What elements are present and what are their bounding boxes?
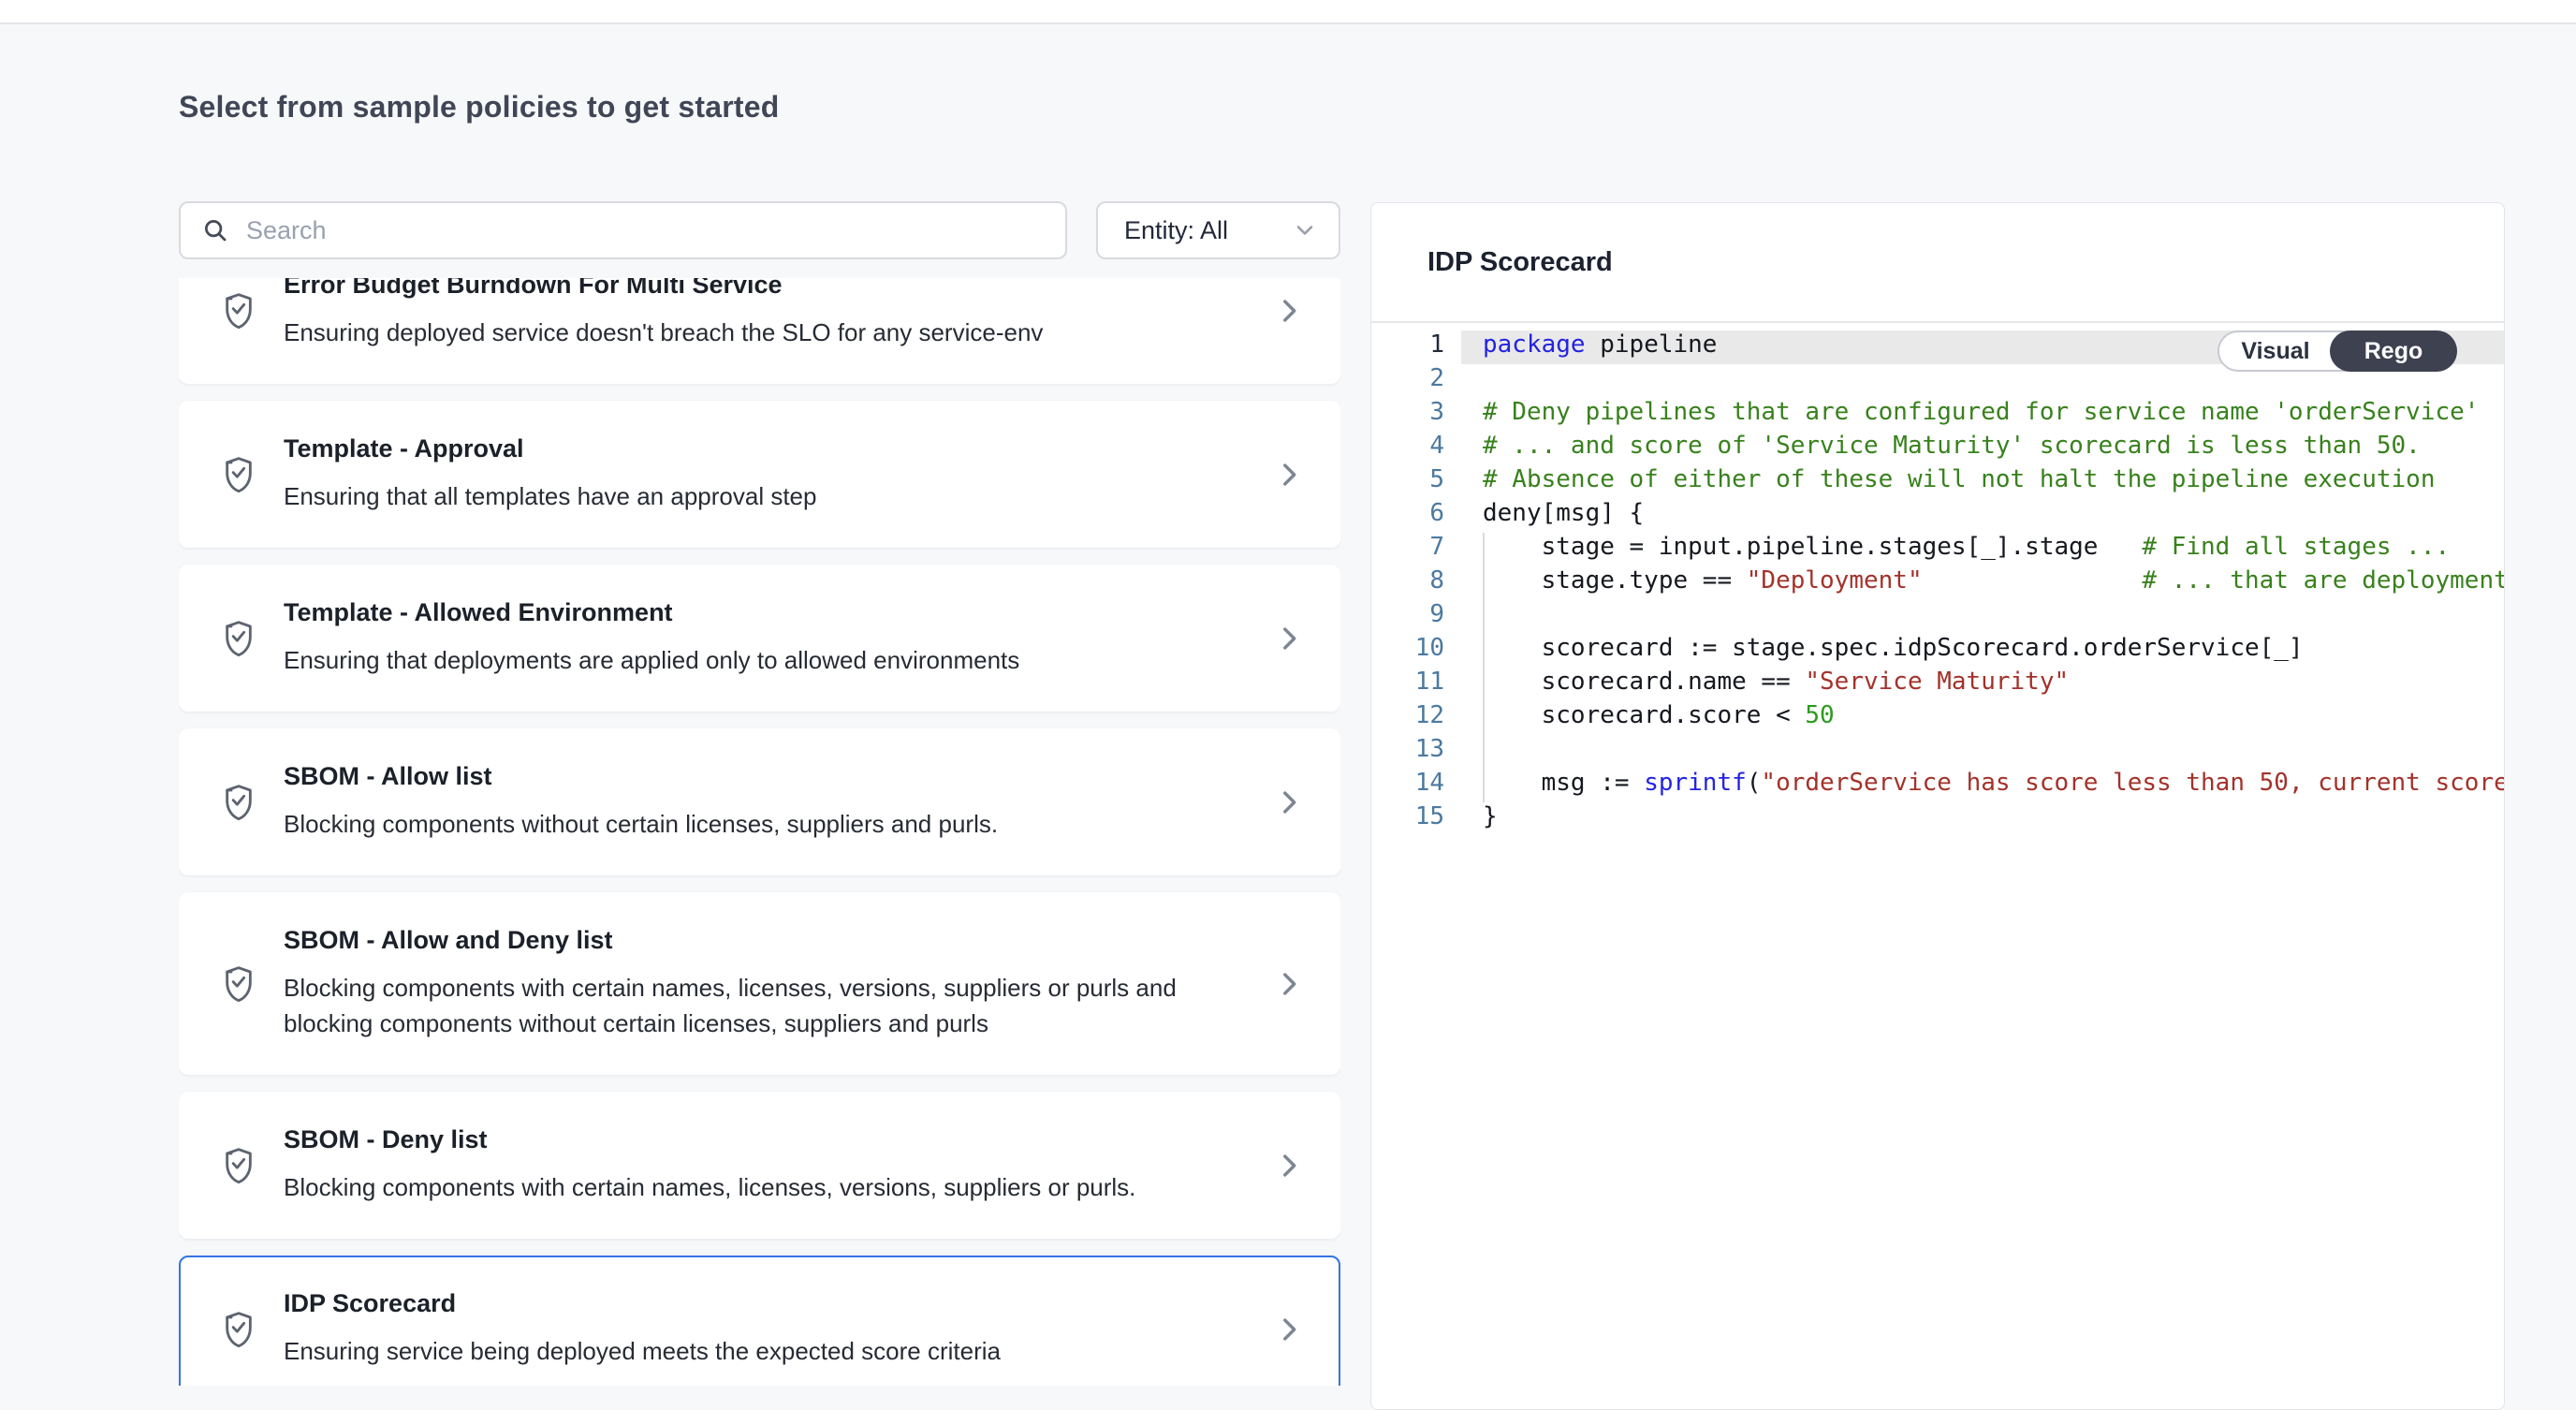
- code-line: 12 scorecard.score < 50: [1371, 701, 2504, 735]
- code-line: 7 stage = input.pipeline.stages[_].stage…: [1371, 533, 2504, 566]
- indent-guide: [1483, 533, 1485, 802]
- page-title: Select from sample policies to get start…: [179, 90, 779, 125]
- code-line: 4# ... and score of 'Service Maturity' s…: [1371, 432, 2504, 465]
- policy-description: Blocking components without certain lice…: [284, 806, 1206, 842]
- code-line: 3# Deny pipelines that are configured fo…: [1371, 398, 2504, 432]
- policy-card[interactable]: Template - Approval Ensuring that all tem…: [179, 401, 1340, 548]
- chevron-right-icon: [1273, 786, 1305, 818]
- code-line: 15}: [1371, 802, 2504, 836]
- entity-filter-dropdown[interactable]: Entity: All: [1096, 201, 1340, 259]
- toggle-option-visual[interactable]: Visual: [2219, 338, 2332, 365]
- chevron-right-icon: [1273, 623, 1305, 654]
- policy-title: IDP Scorecard: [284, 1289, 1254, 1318]
- chevron-right-icon: [1273, 968, 1305, 1000]
- shield-check-icon: [220, 289, 257, 332]
- detail-title: IDP Scorecard: [1427, 247, 1613, 278]
- shield-check-icon: [220, 1144, 257, 1187]
- search-box[interactable]: [179, 201, 1067, 259]
- policy-title: Template - Approval: [284, 434, 1254, 463]
- code-line: 6deny[msg] {: [1371, 499, 2504, 533]
- policy-card[interactable]: IDP Scorecard Ensuring service being depl…: [179, 1256, 1340, 1386]
- search-input[interactable]: [246, 216, 1045, 245]
- line-number: 10: [1371, 634, 1461, 668]
- chevron-right-icon: [1273, 459, 1305, 491]
- line-number: 13: [1371, 735, 1461, 769]
- code-line: 14 msg := sprintf("orderService has scor…: [1371, 769, 2504, 802]
- chevron-right-icon: [1273, 1150, 1305, 1182]
- policy-description: Ensuring deployed service doesn't breach…: [284, 315, 1206, 350]
- line-number: 2: [1371, 364, 1461, 398]
- shield-check-icon: [220, 781, 257, 824]
- policy-description: Ensuring that all templates have an appr…: [284, 478, 1206, 514]
- rego-code-editor[interactable]: 1package pipeline23# Deny pipelines that…: [1371, 323, 2504, 1409]
- line-number: 1: [1371, 330, 1461, 364]
- shield-check-icon: [220, 453, 257, 496]
- line-number: 9: [1371, 600, 1461, 634]
- line-number: 11: [1371, 668, 1461, 701]
- code-line: 11 scorecard.name == "Service Maturity": [1371, 668, 2504, 701]
- policy-title: Error Budget Burndown For Multi Service: [284, 278, 1254, 300]
- shield-check-icon: [220, 1308, 257, 1351]
- entity-filter-label: Entity: All: [1124, 216, 1228, 245]
- policy-detail-panel: IDP Scorecard Visual Rego 1package pipel…: [1370, 202, 2505, 1410]
- policy-description: Blocking components with certain names, …: [284, 970, 1206, 1041]
- toggle-option-rego[interactable]: Rego: [2330, 330, 2457, 372]
- policy-description: Blocking components with certain names, …: [284, 1169, 1206, 1205]
- policy-description: Ensuring that deployments are applied on…: [284, 642, 1206, 678]
- shield-check-icon: [220, 962, 257, 1006]
- chevron-down-icon: [1292, 217, 1318, 243]
- policy-title: Template - Allowed Environment: [284, 598, 1254, 627]
- policy-title: SBOM - Deny list: [284, 1125, 1254, 1154]
- line-number: 12: [1371, 701, 1461, 735]
- chevron-right-icon: [1273, 295, 1305, 327]
- detail-header: IDP Scorecard: [1371, 203, 2504, 323]
- code-line: 10 scorecard := stage.spec.idpScorecard.…: [1371, 634, 2504, 668]
- line-number: 3: [1371, 398, 1461, 432]
- line-number: 7: [1371, 533, 1461, 566]
- policy-card[interactable]: SBOM - Allow and Deny list Blocking compo…: [179, 892, 1340, 1075]
- code-line: 8 stage.type == "Deployment" # ... that …: [1371, 566, 2504, 600]
- shield-check-icon: [220, 617, 257, 660]
- top-app-bar: [0, 0, 2576, 24]
- line-number: 5: [1371, 465, 1461, 499]
- policy-card[interactable]: Error Budget Burndown For Multi Service E…: [179, 278, 1340, 384]
- line-number: 14: [1371, 769, 1461, 802]
- view-mode-toggle[interactable]: Visual Rego: [2217, 330, 2457, 372]
- line-number: 4: [1371, 432, 1461, 465]
- policy-title: SBOM - Allow list: [284, 762, 1254, 791]
- search-icon: [201, 216, 229, 244]
- policy-card[interactable]: SBOM - Allow list Blocking components wit…: [179, 728, 1340, 875]
- code-line: 9: [1371, 600, 2504, 634]
- policy-title: SBOM - Allow and Deny list: [284, 926, 1254, 955]
- policy-card[interactable]: Template - Allowed Environment Ensuring t…: [179, 565, 1340, 712]
- policy-list: Error Budget Burndown For Multi Service E…: [179, 278, 1340, 1386]
- chevron-right-icon: [1273, 1314, 1305, 1345]
- line-number: 6: [1371, 499, 1461, 533]
- line-number: 8: [1371, 566, 1461, 600]
- code-line: 5# Absence of either of these will not h…: [1371, 465, 2504, 499]
- policy-description: Ensuring service being deployed meets th…: [284, 1333, 1206, 1369]
- policy-card[interactable]: SBOM - Deny list Blocking components with…: [179, 1092, 1340, 1239]
- code-line: 13: [1371, 735, 2504, 769]
- line-number: 15: [1371, 802, 1461, 836]
